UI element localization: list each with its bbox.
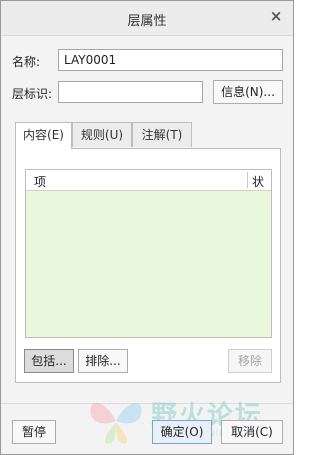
cancel-button[interactable]: 取消(C): [221, 420, 283, 444]
ok-button[interactable]: 确定(O): [152, 420, 212, 444]
info-button[interactable]: 信息(N)...: [213, 80, 283, 104]
remove-button: 移除: [228, 349, 272, 373]
layer-id-label: 层标识:: [12, 87, 53, 101]
items-list[interactable]: 项 状: [25, 169, 272, 338]
title-bar: 层属性 ×: [1, 1, 293, 36]
dialog-title: 层属性: [127, 14, 167, 29]
column-header-item[interactable]: 项: [34, 173, 46, 190]
content-panel: 项 状 包括... 排除... 移除: [15, 148, 281, 383]
exclude-button[interactable]: 排除...: [78, 349, 128, 373]
include-button[interactable]: 包括...: [24, 349, 74, 373]
name-label: 名称:: [12, 55, 41, 69]
tab-rules[interactable]: 规则(U): [72, 122, 132, 147]
name-input[interactable]: [58, 49, 283, 71]
tab-content[interactable]: 内容(E): [15, 122, 72, 149]
layer-properties-dialog: 层属性 × 名称: 层标识: 信息(N)... 内容(E) 规则(U) 注解(T…: [0, 0, 294, 455]
butterfly-logo-icon: [90, 402, 142, 444]
close-icon[interactable]: ×: [267, 7, 285, 27]
footer-divider: [1, 403, 293, 404]
column-divider[interactable]: [247, 172, 248, 188]
pause-button[interactable]: 暂停: [12, 420, 56, 444]
tab-annotations[interactable]: 注解(T): [132, 122, 192, 147]
layer-id-input[interactable]: [58, 81, 203, 103]
list-header: 项 状: [26, 170, 271, 191]
column-header-status[interactable]: 状: [252, 173, 264, 190]
